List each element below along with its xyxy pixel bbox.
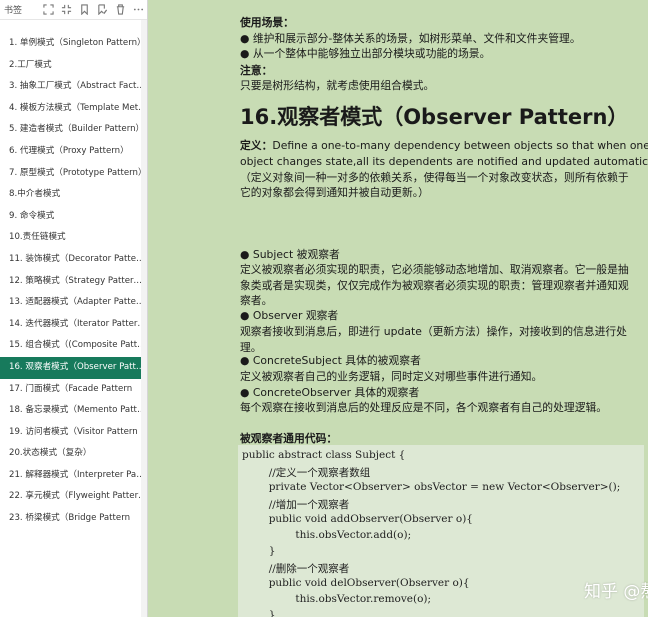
- bookmark-item[interactable]: 2.工厂模式: [0, 55, 147, 77]
- definition-zh-line: （定义对象间一种一对多的依赖关系，使得每当一个对象改变状态，则所有依赖于: [240, 171, 629, 184]
- definition-en-text: Define a one-to-many dependency between …: [272, 139, 648, 152]
- bookmark-item[interactable]: 22. 享元模式（Flyweight Pattern）: [0, 486, 147, 508]
- definition-zh-line: 它的对象都会得到通知并被自动更新。）: [240, 186, 429, 199]
- code-line: }: [242, 545, 276, 557]
- bookmark-item[interactable]: 5. 建造者模式（Builder Pattern）: [0, 119, 147, 141]
- note-title: 注意：: [240, 64, 273, 77]
- usage-item: ● 从一个整体中能够独立出部分模块或功能的场景。: [240, 47, 491, 60]
- code-line: this.obsVector.remove(o);: [242, 593, 432, 605]
- definition-en-line: object changes state,all its dependents …: [240, 155, 648, 168]
- code-line: private Vector<Observer> obsVector = new…: [242, 481, 621, 493]
- bookmark-item[interactable]: 18. 备忘录模式（Memento Pattern）: [0, 400, 147, 422]
- code-line: //增加一个观察者: [242, 499, 350, 511]
- expand-all-icon[interactable]: [42, 4, 54, 16]
- bookmark-add-icon[interactable]: [78, 4, 90, 16]
- role-subject-title: ● Subject 被观察者: [240, 248, 340, 261]
- bookmark-item[interactable]: 6. 代理模式（Proxy Pattern）: [0, 141, 147, 163]
- bookmark-item[interactable]: 8.中介者模式: [0, 184, 147, 206]
- bookmark-item[interactable]: 21. 解释器模式（Interpreter Pattern）: [0, 465, 147, 487]
- bookmark-item[interactable]: 1. 单例模式（Singleton Pattern）: [0, 33, 147, 55]
- bookmark-item[interactable]: 7. 原型模式（Prototype Pattern）: [0, 163, 147, 185]
- code-line: public void addObserver(Observer o){: [242, 513, 473, 525]
- bookmark-item[interactable]: 9. 命令模式: [0, 206, 147, 228]
- bookmark-item[interactable]: 3. 抽象工厂模式（Abstract Factory）: [0, 76, 147, 98]
- code-line: //定义一个观察者数组: [242, 467, 371, 479]
- sidebar-title: 书签: [4, 6, 23, 16]
- bookmark-item[interactable]: 4. 模板方法模式（Template Method）: [0, 98, 147, 120]
- bookmark-sidebar: 书签 1. 单例模式（Singleton Pattern） 2.工厂模式 3. 抽象…: [0, 0, 148, 617]
- usage-item: ● 维护和展示部分-整体关系的场景，如树形菜单、文件和文件夹管理。: [240, 32, 581, 45]
- bookmark-item[interactable]: 11. 装饰模式（Decorator Pattern）: [0, 249, 147, 271]
- code-line: public abstract class Subject {: [242, 449, 406, 461]
- bookmark-item[interactable]: 16. 观察者模式（Observer Pattern）: [0, 356, 147, 379]
- document-page: 使用场景： ● 维护和展示部分-整体关系的场景，如树形菜单、文件和文件夹管理。 …: [152, 0, 648, 617]
- role-subject-desc: 定义被观察者必须实现的职责，它必须能够动态地增加、取消观察者。它一般是抽象类或者…: [240, 263, 629, 307]
- role-concrete-observer-desc: 每个观察在接收到消息后的处理反应是不同，各个观察者有自己的处理逻辑。: [240, 401, 608, 414]
- role-concrete-observer-title: ● ConcreteObserver 具体的观察者: [240, 386, 420, 399]
- watermark: 知乎 @熬夜加班写代码: [584, 582, 648, 602]
- code-line: //删除一个观察者: [242, 563, 350, 575]
- usage-title: 使用场景：: [240, 16, 294, 29]
- sidebar-toolbar: 书签: [0, 0, 147, 20]
- bookmark-edit-icon[interactable]: [96, 4, 108, 16]
- bookmark-item[interactable]: 13. 适配器模式（Adapter Pattern）: [0, 292, 147, 314]
- document-view: 使用场景： ● 维护和展示部分-整体关系的场景，如树形菜单、文件和文件夹管理。 …: [152, 0, 648, 617]
- bookmark-item[interactable]: 20.状态模式（复杂）: [0, 443, 147, 465]
- bookmark-item[interactable]: 10.责任链模式: [0, 227, 147, 249]
- bookmark-item[interactable]: 15. 组合模式（(Composite Pattern): [0, 335, 147, 357]
- code-line: }: [242, 609, 276, 617]
- role-observer-title: ● Observer 观察者: [240, 309, 339, 322]
- note-text: 只要是树形结构，就考虑使用组合模式。: [240, 79, 435, 92]
- collapse-all-icon[interactable]: [60, 4, 72, 16]
- code-title: 被观察者通用代码：: [240, 432, 338, 445]
- role-observer-desc: 观察者接收到消息后，即进行 update（更新方法）操作，对接收到的信息进行处理…: [240, 325, 627, 354]
- definition-en-line: 定义：Define a one-to-many dependency betwe…: [240, 138, 648, 153]
- bookmark-item[interactable]: 23. 桥梁模式（Bridge Pattern: [0, 508, 147, 530]
- bookmark-item[interactable]: 19. 访问者模式（Visitor Pattern: [0, 422, 147, 444]
- section-heading: 16.观察者模式（Observer Pattern）: [240, 105, 629, 129]
- role-concrete-subject-desc: 定义被观察者自己的业务逻辑，同时定义对哪些事件进行通知。: [240, 370, 543, 383]
- definition-label: 定义：: [240, 139, 273, 152]
- bookmark-list: 1. 单例模式（Singleton Pattern） 2.工厂模式 3. 抽象工厂模…: [0, 20, 147, 530]
- delete-icon[interactable]: [114, 4, 126, 16]
- code-line: public void delObserver(Observer o){: [242, 577, 470, 589]
- sidebar-scrollbar[interactable]: [141, 20, 147, 617]
- role-concrete-subject-title: ● ConcreteSubject 具体的被观察者: [240, 354, 421, 367]
- bookmark-item[interactable]: 12. 策略模式（Strategy Pattern）: [0, 271, 147, 293]
- bookmark-item[interactable]: 17. 门面模式（Facade Pattern: [0, 379, 147, 401]
- more-options-icon[interactable]: [132, 4, 144, 16]
- bookmark-item[interactable]: 14. 迭代器模式（Iterator Pattern）: [0, 314, 147, 336]
- code-line: this.obsVector.add(o);: [242, 529, 412, 541]
